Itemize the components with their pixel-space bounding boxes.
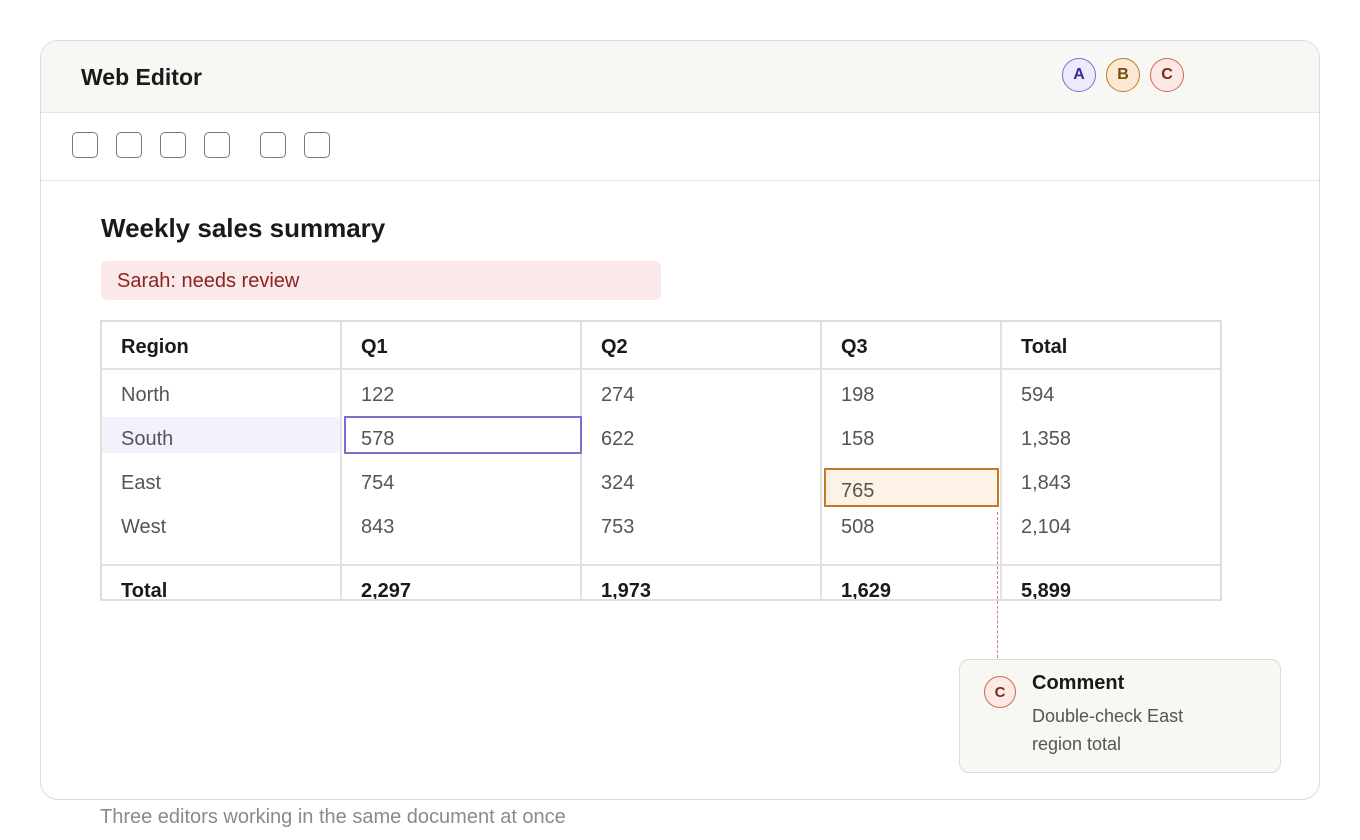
cell-total-grand[interactable]: 5,899 <box>1021 580 1071 599</box>
column-divider <box>1000 322 1002 599</box>
cell-north-q1[interactable]: 122 <box>361 384 394 407</box>
header-q1[interactable]: Q1 <box>361 336 388 359</box>
cell-west-total[interactable]: 2,104 <box>1021 516 1071 539</box>
cell-total-label[interactable]: Total <box>121 580 167 599</box>
cell-north-region[interactable]: North <box>121 384 170 407</box>
cell-east-region[interactable]: East <box>121 472 161 495</box>
cell-south-q1[interactable]: 578 <box>361 428 394 451</box>
cell-west-q1[interactable]: 843 <box>361 516 394 539</box>
cell-south-region[interactable]: South <box>121 428 173 451</box>
cell-total-q3[interactable]: 1,629 <box>841 580 891 599</box>
toolbar-button-1[interactable] <box>72 132 98 158</box>
cell-south-q2[interactable]: 622 <box>601 428 634 451</box>
comment-body: Double-check East region total <box>1032 706 1184 754</box>
column-divider <box>580 322 582 599</box>
column-divider <box>820 322 822 599</box>
totals-divider <box>102 564 1220 566</box>
header-region[interactable]: Region <box>121 336 189 359</box>
header-total[interactable]: Total <box>1021 336 1067 359</box>
cell-north-q2[interactable]: 274 <box>601 384 634 407</box>
toolbar-button-5[interactable] <box>260 132 286 158</box>
document-title: Weekly sales summary <box>101 213 386 243</box>
cell-west-q3[interactable]: 508 <box>841 516 874 539</box>
comment-title: Comment <box>1032 672 1125 694</box>
cell-north-q3[interactable]: 198 <box>841 384 874 407</box>
caption: Three editors working in the same docume… <box>100 806 566 828</box>
cell-east-total[interactable]: 1,843 <box>1021 472 1071 495</box>
cell-south-total[interactable]: 1,358 <box>1021 428 1071 451</box>
avatar-collaborator-a[interactable]: A <box>1062 58 1096 92</box>
comment-author-avatar: C <box>984 676 1016 708</box>
header-q3[interactable]: Q3 <box>841 336 868 359</box>
cell-south-q3[interactable]: 158 <box>841 428 874 451</box>
cell-total-q2[interactable]: 1,973 <box>601 580 651 599</box>
toolbar-button-4[interactable] <box>204 132 230 158</box>
app-title: Web Editor <box>81 64 202 90</box>
toolbar <box>41 113 1319 181</box>
cell-west-q2[interactable]: 753 <box>601 516 634 539</box>
comment-card[interactable]: C Comment Double-check East region total <box>959 659 1281 773</box>
toolbar-button-2[interactable] <box>116 132 142 158</box>
comment-connector-line <box>997 512 998 658</box>
toolbar-button-6[interactable] <box>304 132 330 158</box>
cell-north-total[interactable]: 594 <box>1021 384 1054 407</box>
avatar-collaborator-c[interactable]: C <box>1150 58 1184 92</box>
sales-table: Region Q1 Q2 Q3 Total North 122 274 198 … <box>100 320 1222 601</box>
toolbar-button-3[interactable] <box>160 132 186 158</box>
title-bar: Web Editor A B C <box>41 41 1319 113</box>
column-divider <box>340 322 342 599</box>
cell-west-region[interactable]: West <box>121 516 166 539</box>
header-q2[interactable]: Q2 <box>601 336 628 359</box>
avatar-collaborator-b[interactable]: B <box>1106 58 1140 92</box>
cell-east-q1[interactable]: 754 <box>361 472 394 495</box>
cell-east-q2[interactable]: 324 <box>601 472 634 495</box>
cell-total-q1[interactable]: 2,297 <box>361 580 411 599</box>
review-note[interactable]: Sarah: needs review <box>101 261 661 300</box>
cell-east-q3[interactable]: 765 <box>841 480 874 503</box>
header-divider <box>102 368 1220 370</box>
